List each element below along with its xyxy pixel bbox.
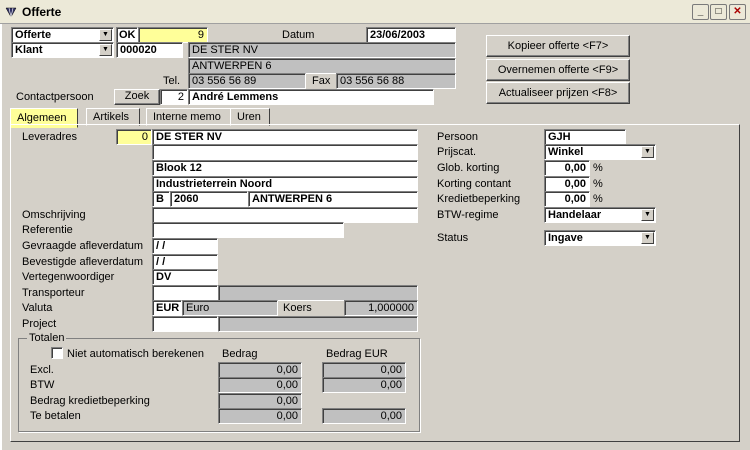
btw-regime-value: Handelaar (548, 209, 602, 221)
persoon-label: Persoon (437, 131, 478, 143)
bedrag-column-header: Bedrag (222, 348, 258, 360)
postcode-field[interactable]: 2060 (170, 191, 248, 207)
address-line1-field[interactable]: DE STER NV (152, 129, 418, 145)
chevron-down-icon[interactable]: ▼ (641, 209, 654, 221)
persoon-field[interactable]: GJH (544, 129, 626, 145)
valuta-label: Valuta (22, 302, 53, 314)
customer-city-field: ANTWERPEN 6 (188, 58, 456, 74)
leveradres-number-field[interactable]: 0 (116, 129, 152, 145)
glob-korting-label: Glob. korting (437, 162, 500, 174)
tel-field: 03 556 56 89 (188, 73, 306, 89)
referentie-field[interactable] (152, 222, 344, 238)
percent-sign: % (593, 162, 603, 174)
koers-label: Koers (283, 302, 312, 314)
status-value: Ingave (548, 232, 583, 244)
close-button[interactable]: ✕ (729, 4, 746, 20)
te-betalen-eur-field: 0,00 (322, 408, 406, 424)
address-line3-field[interactable]: Blook 12 (152, 160, 418, 176)
btw-regime-label: BTW-regime (437, 209, 499, 221)
datum-label: Datum (282, 29, 315, 41)
datum-field[interactable]: 23/06/2003 (366, 27, 456, 43)
excl-eur-field: 0,00 (322, 362, 406, 378)
maximize-button[interactable]: □ (710, 4, 727, 20)
country-field[interactable]: B (152, 191, 170, 207)
vertegen-label: Vertegenwoordiger (22, 271, 115, 283)
chevron-down-icon[interactable]: ▼ (641, 146, 654, 158)
percent-sign: % (593, 193, 603, 205)
copy-offer-button[interactable]: Kopieer offerte <F7> (486, 35, 630, 57)
ok-field[interactable]: OK (116, 27, 138, 43)
prijscat-select[interactable]: Winkel ▼ (544, 144, 656, 160)
transporteur-label: Transporteur (22, 287, 85, 299)
transporteur-name-field (218, 285, 418, 301)
contact-number-field[interactable]: 2 (160, 89, 188, 105)
percent-sign: % (593, 178, 603, 190)
contact-name-field[interactable]: André Lemmens (188, 89, 434, 105)
btw-eur-field: 0,00 (322, 377, 406, 393)
project-field[interactable] (152, 316, 218, 332)
status-select[interactable]: Ingave ▼ (544, 230, 656, 246)
prijscat-label: Prijscat. (437, 146, 477, 158)
minimize-button[interactable]: _ (692, 4, 709, 20)
gevraagde-label: Gevraagde afleverdatum (22, 240, 144, 252)
koers-field: 1,000000 (344, 300, 418, 316)
party-type-value: Klant (15, 44, 43, 56)
project-label: Project (22, 318, 57, 330)
valuta-name-field: Euro (182, 300, 278, 316)
bevestigde-label: Bevestigde afleverdatum (22, 256, 144, 268)
btw-label: BTW (30, 379, 55, 391)
zoek-button[interactable]: Zoek (114, 89, 160, 105)
krediet-total-label: Bedrag kredietbeperking (30, 395, 150, 407)
city-field[interactable]: ANTWERPEN 6 (248, 191, 418, 207)
korting-contant-field[interactable]: 0,00 (544, 176, 590, 192)
customer-name-field: DE STER NV (188, 42, 456, 58)
btw-bedrag-field: 0,00 (218, 377, 302, 393)
app-icon (5, 7, 17, 18)
chevron-down-icon[interactable]: ▼ (99, 44, 112, 56)
totals-title: Totalen (27, 331, 67, 345)
excl-label: Excl. (30, 364, 54, 376)
referentie-label: Referentie (22, 224, 73, 236)
window-title: Offerte (22, 5, 62, 19)
gevraagde-date-field[interactable]: / / (152, 238, 218, 254)
take-over-offer-button[interactable]: Overnemen offerte <F9> (486, 59, 630, 81)
valuta-code-field[interactable]: EUR (152, 300, 182, 316)
doc-number-field[interactable]: 9 (138, 27, 208, 43)
te-betalen-bedrag-field: 0,00 (218, 408, 302, 424)
kredietbeperking-label: Kredietbeperking (437, 193, 521, 205)
bedrag-eur-column-header: Bedrag EUR (326, 348, 388, 360)
excl-bedrag-field: 0,00 (218, 362, 302, 378)
status-label: Status (437, 232, 469, 244)
bevestigde-date-field[interactable]: / / (152, 254, 218, 270)
omschrijving-field[interactable] (152, 207, 418, 223)
tel-label: Tel. (163, 75, 181, 87)
prijscat-value: Winkel (548, 146, 584, 158)
auto-calc-checkbox[interactable] (51, 347, 63, 359)
krediet-bedrag-field: 0,00 (218, 393, 302, 409)
fax-label: Fax (312, 75, 331, 87)
party-number-field[interactable]: 000020 (116, 42, 183, 58)
glob-korting-field[interactable]: 0,00 (544, 160, 590, 176)
te-betalen-label: Te betalen (30, 410, 81, 422)
transporteur-field[interactable] (152, 285, 218, 301)
doc-type-select[interactable]: Offerte ▼ (11, 27, 114, 43)
fax-field: 03 556 56 88 (336, 73, 456, 89)
party-type-select[interactable]: Klant ▼ (11, 42, 114, 58)
update-prices-button[interactable]: Actualiseer prijzen <F8> (486, 82, 630, 104)
title-bar: Offerte _ □ ✕ (0, 0, 750, 24)
address-line2-field[interactable] (152, 144, 418, 160)
leveradres-label: Leveradres (22, 131, 78, 143)
address-line4-field[interactable]: Industrieterrein Noord (152, 176, 418, 192)
korting-contant-label: Korting contant (437, 178, 511, 190)
contact-label: Contactpersoon (16, 91, 94, 103)
doc-type-value: Offerte (15, 29, 52, 41)
chevron-down-icon[interactable]: ▼ (99, 29, 112, 41)
auto-calc-label: Niet automatisch berekenen (67, 348, 204, 360)
vertegen-field[interactable]: DV (152, 269, 218, 285)
btw-regime-select[interactable]: Handelaar ▼ (544, 207, 656, 223)
project-name-field (218, 316, 418, 332)
kredietbeperking-field[interactable]: 0,00 (544, 191, 590, 207)
omschrijving-label: Omschrijving (22, 209, 86, 221)
chevron-down-icon[interactable]: ▼ (641, 232, 654, 244)
